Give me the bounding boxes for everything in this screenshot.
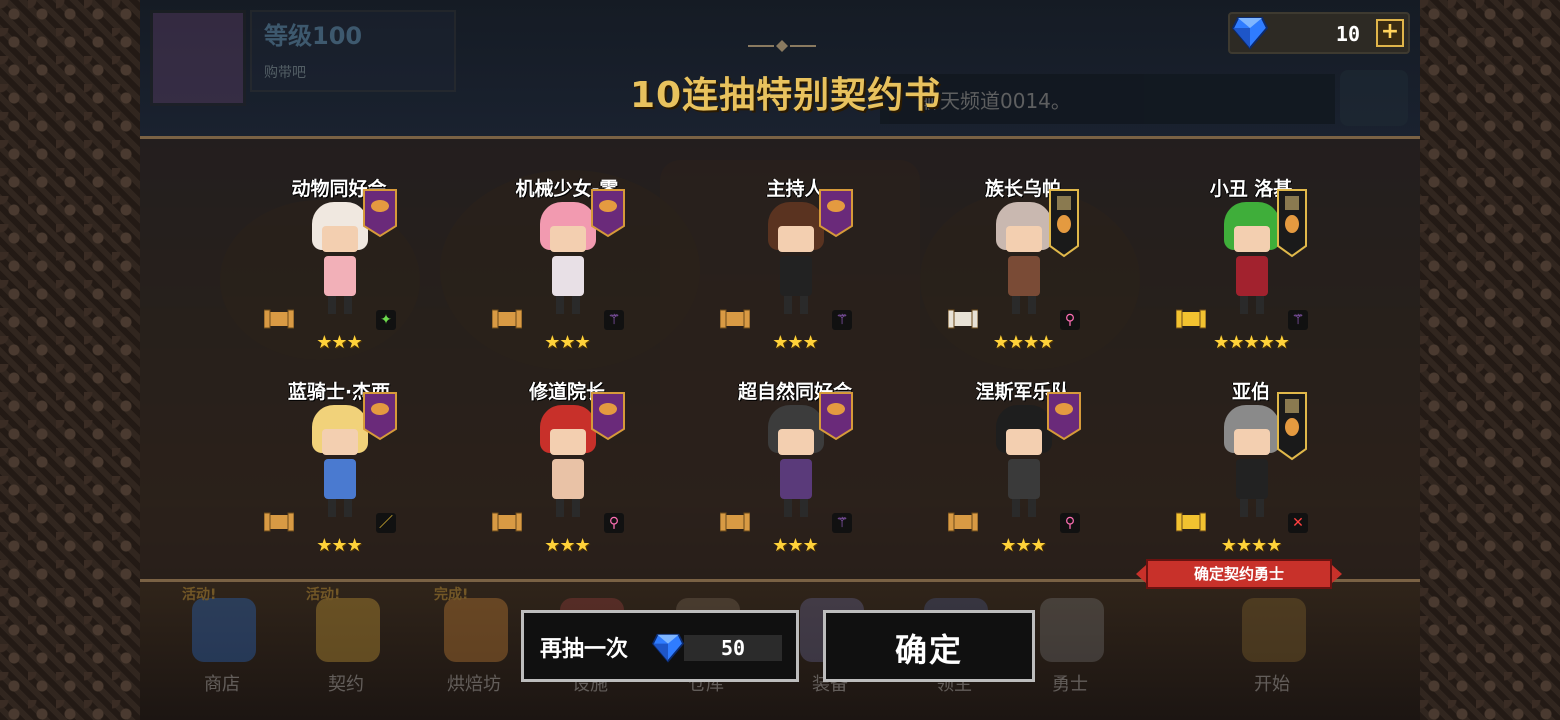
nav-item-tag: 活动! bbox=[306, 587, 341, 603]
nav-item[interactable]: 勇士 bbox=[1020, 582, 1120, 720]
nav-item-tag: 完成! bbox=[434, 587, 469, 603]
scroll-icon bbox=[264, 512, 294, 532]
wand-element-icon: ⚚ bbox=[1288, 310, 1308, 330]
hero-star-rating: ★★★★ bbox=[992, 332, 1055, 353]
nav-item-icon bbox=[1040, 598, 1104, 662]
scroll-icon bbox=[492, 309, 522, 329]
scroll-icon bbox=[1176, 512, 1206, 532]
shield-badge-icon bbox=[363, 392, 397, 441]
hero-card[interactable]: 超自然同好会 ⚚ ★★★ bbox=[720, 377, 920, 567]
add-gems-button[interactable]: + bbox=[1376, 19, 1404, 47]
wand-element-icon: ⚚ bbox=[832, 513, 852, 533]
chat-text: 聊天频道0014。 bbox=[920, 89, 1071, 113]
scroll-icon bbox=[948, 309, 978, 329]
hero-star-rating: ★★★ bbox=[544, 332, 590, 353]
wand-element-icon: ⚚ bbox=[604, 310, 624, 330]
nav-item[interactable]: 开始 bbox=[1222, 582, 1322, 720]
chat-bubble-icon[interactable] bbox=[1340, 70, 1408, 126]
hero-card[interactable]: 小丑 洛基 ⚚ ★★★★★ bbox=[1176, 174, 1376, 364]
scroll-icon bbox=[492, 512, 522, 532]
chat-bar[interactable]: 聊天频道0014。 bbox=[880, 74, 1335, 124]
flag-badge-icon bbox=[1049, 189, 1079, 258]
scroll-icon bbox=[1176, 309, 1206, 329]
player-profile[interactable]: 等级100 购带吧 bbox=[150, 10, 456, 106]
gem-currency: 10 + bbox=[1228, 12, 1410, 54]
cross-element-icon: ✕ bbox=[1288, 513, 1308, 533]
scroll-icon bbox=[720, 309, 750, 329]
potion-element-icon: ⚲ bbox=[1060, 310, 1080, 330]
hero-card[interactable]: 涅斯军乐队 ⚲ ★★★ bbox=[948, 377, 1148, 567]
nav-item-label: 开始 bbox=[1254, 674, 1290, 695]
page-title: 10连抽特别契约书 bbox=[630, 75, 942, 116]
left-ornament-panel bbox=[0, 0, 140, 720]
nav-item-icon bbox=[444, 598, 508, 662]
hero-star-rating: ★★★★★ bbox=[1213, 332, 1290, 353]
scroll-icon bbox=[720, 512, 750, 532]
gem-icon bbox=[1232, 17, 1268, 50]
profile-info: 等级100 购带吧 bbox=[250, 10, 456, 92]
hero-card[interactable]: 修道院长 ⚲ ★★★ bbox=[492, 377, 692, 567]
hero-star-rating: ★★★ bbox=[316, 535, 362, 556]
shield-badge-icon bbox=[1047, 392, 1081, 441]
confirm-label: 确定 bbox=[894, 631, 963, 669]
right-ornament-panel bbox=[1420, 0, 1560, 720]
hero-star-rating: ★★★ bbox=[772, 535, 818, 556]
nav-item-label: 商店 bbox=[204, 674, 240, 695]
potion-element-icon: ⚲ bbox=[1060, 513, 1080, 533]
draw-again-cost: 50 bbox=[684, 635, 782, 661]
scroll-icon bbox=[264, 309, 294, 329]
shield-badge-icon bbox=[591, 392, 625, 441]
leaf-element-icon: ✦ bbox=[376, 310, 396, 330]
nav-item-label: 烘焙坊 bbox=[447, 674, 501, 695]
gem-amount: 10 bbox=[1335, 22, 1360, 46]
player-subtitle: 购带吧 bbox=[264, 65, 306, 81]
wand-element-icon: ⚚ bbox=[832, 310, 852, 330]
shield-badge-icon bbox=[363, 189, 397, 238]
hero-star-rating: ★★★ bbox=[544, 535, 590, 556]
hero-star-rating: ★★★ bbox=[316, 332, 362, 353]
hero-star-rating: ★★★ bbox=[1000, 535, 1046, 556]
hero-card[interactable]: 亚伯 ✕ ★★★★ bbox=[1176, 377, 1376, 567]
nav-item[interactable]: 活动! 商店 bbox=[172, 582, 272, 720]
avatar bbox=[150, 10, 246, 106]
draw-again-label: 再抽一次 bbox=[540, 637, 629, 662]
hero-star-rating: ★★★ bbox=[772, 332, 818, 353]
hero-card[interactable]: 族长乌帕 ⚲ ★★★★ bbox=[948, 174, 1148, 364]
nav-item-icon bbox=[1242, 598, 1306, 662]
hero-card[interactable]: 机械少女-零 ⚚ ★★★ bbox=[492, 174, 692, 364]
player-level: 等级100 bbox=[264, 22, 363, 50]
nav-item-label: 勇士 bbox=[1052, 674, 1088, 695]
draw-again-button[interactable]: 再抽一次 50 bbox=[521, 610, 799, 682]
scroll-icon bbox=[948, 512, 978, 532]
hero-card[interactable]: 蓝骑士·杰西／ ★★★ bbox=[264, 377, 464, 567]
flag-badge-icon bbox=[1277, 392, 1307, 461]
shield-badge-icon bbox=[819, 189, 853, 238]
nav-item-icon bbox=[192, 598, 256, 662]
shield-badge-icon bbox=[819, 392, 853, 441]
potion-element-icon: ⚲ bbox=[604, 513, 624, 533]
hero-card[interactable]: 动物同好会 ✦ ★★★ bbox=[264, 174, 464, 364]
nav-item[interactable]: 完成! 烘焙坊 bbox=[424, 582, 524, 720]
sword-element-icon: ／ bbox=[376, 513, 396, 533]
nav-item[interactable]: 活动! 契约 bbox=[296, 582, 396, 720]
hero-card[interactable]: 主持人 ⚚ ★★★ bbox=[720, 174, 920, 364]
confirm-button[interactable]: 确定 bbox=[823, 610, 1035, 682]
hero-star-rating: ★★★★ bbox=[1220, 535, 1283, 556]
nav-item-icon bbox=[316, 598, 380, 662]
flag-badge-icon bbox=[1277, 189, 1307, 258]
gem-icon bbox=[652, 633, 684, 663]
shield-badge-icon bbox=[591, 189, 625, 238]
title-ornament-icon bbox=[748, 40, 816, 52]
nav-item-label: 契约 bbox=[328, 674, 364, 695]
nav-item-tag: 活动! bbox=[182, 587, 217, 603]
